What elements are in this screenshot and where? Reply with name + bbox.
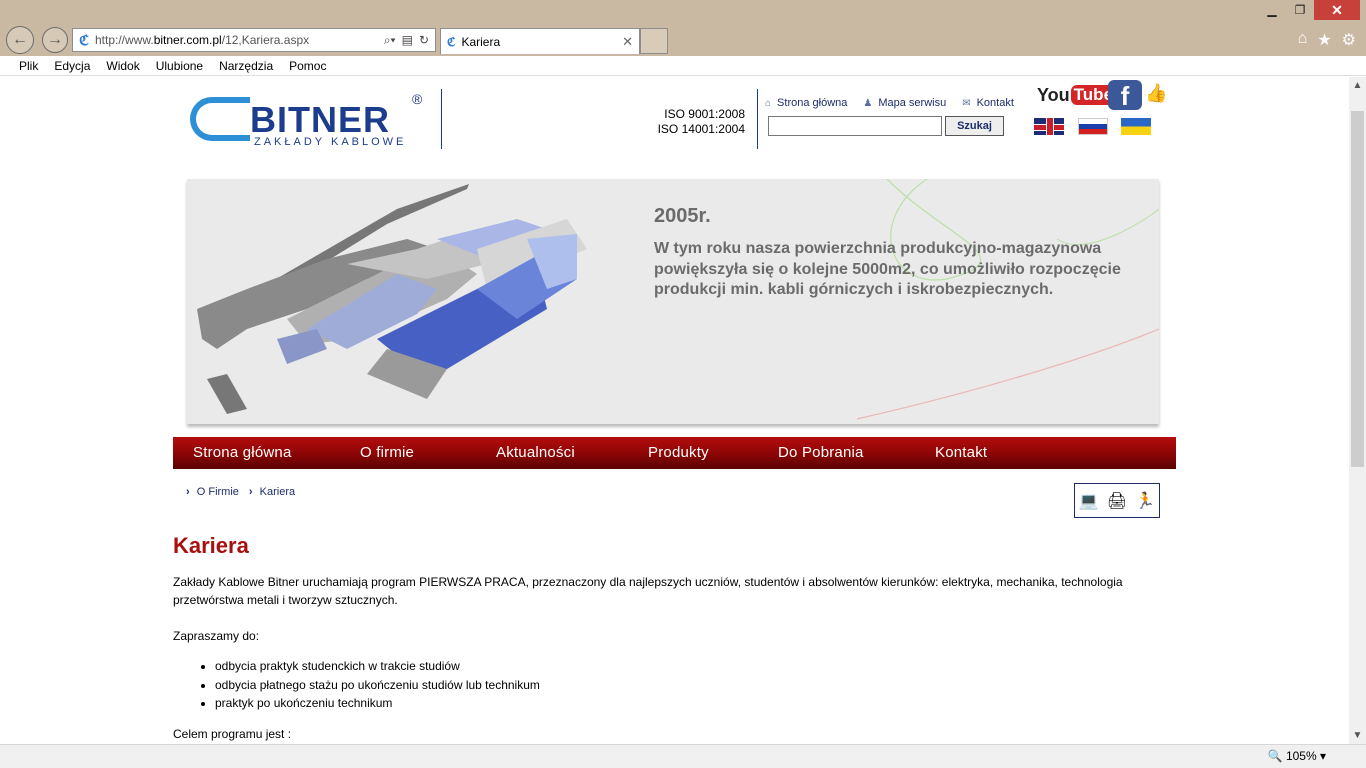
top-link-sitemap[interactable]: ♟ Mapa serwisu [863,97,946,109]
recommend-icon[interactable]: 🏃 [1135,491,1155,511]
print-icon[interactable]: 🖨 [1107,491,1127,511]
search-icon[interactable]: ⌕▾ [384,33,396,48]
back-arrow-icon: ← [12,31,28,48]
forward-arrow-icon: → [47,31,63,48]
refresh-icon[interactable]: ↻ [419,33,429,48]
top-link-home[interactable]: ⌂ Strona główna [765,97,847,109]
home-icon[interactable]: ⌂ [1298,30,1308,50]
vertical-scrollbar[interactable]: ▲ ▼ [1349,77,1366,744]
russia-flag-icon[interactable] [1078,118,1108,135]
restore-button[interactable]: ❐ [1286,0,1314,20]
breadcrumb: › O Firmie › Kariera [186,486,295,498]
scroll-up-icon[interactable]: ▲ [1349,77,1366,94]
status-bar: 🔍 105% ▾ [0,744,1366,768]
facebook-icon[interactable]: f [1108,80,1142,111]
top-link-contact[interactable]: ✉ Kontakt [962,97,1014,109]
breadcrumb-kariera[interactable]: › Kariera [249,486,295,498]
scrollbar-thumb[interactable] [1351,111,1364,467]
list-item: odbycia praktyk studenckich w trakcie st… [215,657,1163,676]
iso-9001: ISO 9001:2008 [664,107,745,121]
menu-pomoc[interactable]: Pomoc [289,59,326,73]
close-window-button[interactable]: ✕ [1314,0,1360,20]
iso-14001: ISO 14001:2004 [657,122,745,136]
banner-year: 2005r. [654,205,711,227]
list-item: odbycia płatnego stażu po ukończeniu stu… [215,676,1163,695]
youtube-logo[interactable]: You Tube [1037,83,1117,107]
compat-view-icon[interactable]: ▤ [402,33,413,48]
header-divider [441,89,442,149]
favorites-star-icon[interactable]: ★ [1317,30,1331,50]
ukraine-flag-icon[interactable] [1121,118,1151,135]
close-tab-icon[interactable]: ✕ [622,34,633,50]
menu-edycja[interactable]: Edycja [54,59,90,73]
list-item: praktyk po ukończeniu technikum [215,694,1163,713]
site-search-input[interactable] [768,116,942,136]
ie-icon: ℭ [79,31,89,48]
tab-title: Kariera [461,34,501,49]
thumbs-up-icon: 👍 [1145,83,1168,103]
registered-mark: ® [412,91,423,107]
offer-list: odbycia praktyk studenckich w trakcie st… [215,657,1163,713]
chevron-right-icon: › [248,486,253,498]
hero-banner: 2005r. W tym roku nasza powierzchnia pro… [187,179,1159,424]
back-button[interactable]: ← [6,26,34,54]
tab-kariera[interactable]: ℭ Kariera ✕ [440,28,640,54]
browser-titlebar: ▁ ❐ ✕ ← → ℭ http://www.bitner.com.pl/12,… [0,0,1366,56]
nav-item-contact[interactable]: Kontakt [935,444,987,461]
settings-gear-icon[interactable]: ⚙ [1342,30,1356,50]
menu-narzedzia[interactable]: Narzędzia [219,59,273,73]
address-bar[interactable]: ℭ http://www.bitner.com.pl/12,Kariera.as… [72,28,436,52]
intro-paragraph: Zakłady Kablowe Bitner uruchamiają progr… [173,575,1123,607]
logo-subtitle: ZAKŁADY KABLOWE [254,136,407,148]
menu-plik[interactable]: Plik [19,59,38,73]
banner-description: W tym roku nasza powierzchnia produkcyjn… [654,240,1121,298]
menu-ulubione[interactable]: Ulubione [156,59,203,73]
nav-item-about[interactable]: O firmie [360,444,414,461]
page-tools: 💻 🖨 🏃 [1074,483,1160,518]
nav-item-downloads[interactable]: Do Pobrania [778,444,864,461]
iso-certificates: ISO 9001:2008 ISO 14001:2004 [640,107,745,137]
logo-brand-text: BITNER [250,99,390,140]
bitner-logo[interactable]: BITNER ® ZAKŁADY KABLOWE [188,89,438,149]
nav-item-products[interactable]: Produkty [648,444,709,461]
top-links: ⌂ Strona główna ♟ Mapa serwisu ✉ Kontakt [765,97,1014,109]
window-controls: ▁ ❐ ✕ [1258,0,1360,20]
chevron-right-icon: › [186,486,190,498]
ie-tab-icon: ℭ [447,34,456,49]
web-page: BITNER ® ZAKŁADY KABLOWE ISO 9001:2008 I… [0,77,1349,744]
person-icon: ♟ [863,98,873,109]
new-tab-button[interactable] [640,28,668,54]
zoom-level[interactable]: 🔍 105% ▾ [1268,749,1326,763]
main-content: Kariera Zakłady Kablowe Bitner uruchamia… [173,533,1163,744]
uk-flag-icon[interactable] [1034,118,1064,135]
address-url[interactable]: http://www.bitner.com.pl/12,Kariera.aspx [95,33,384,47]
page-title: Kariera [173,533,249,558]
house-icon: ⌂ [765,98,772,109]
breadcrumb-o-firmie[interactable]: › O Firmie [186,486,239,498]
scroll-down-icon[interactable]: ▼ [1349,727,1366,744]
menu-widok[interactable]: Widok [106,59,139,73]
logo-swoosh [190,97,250,141]
goal-paragraph: Celem programu jest : [173,726,292,741]
invite-paragraph: Zapraszamy do: [173,629,260,643]
menu-bar: Plik Edycja Widok Ulubione Narzędzia Pom… [0,56,1366,76]
print-preview-icon[interactable]: 💻 [1079,491,1099,511]
header-divider-2 [757,89,758,149]
minimize-button[interactable]: ▁ [1258,0,1286,20]
main-navigation: Strona główna O firmie Aktualności Produ… [173,437,1176,469]
nav-item-news[interactable]: Aktualności [496,444,575,461]
envelope-icon: ✉ [962,98,971,109]
search-button[interactable]: Szukaj [945,116,1004,136]
forward-button[interactable]: → [42,27,68,53]
nav-item-home[interactable]: Strona główna [193,444,292,461]
